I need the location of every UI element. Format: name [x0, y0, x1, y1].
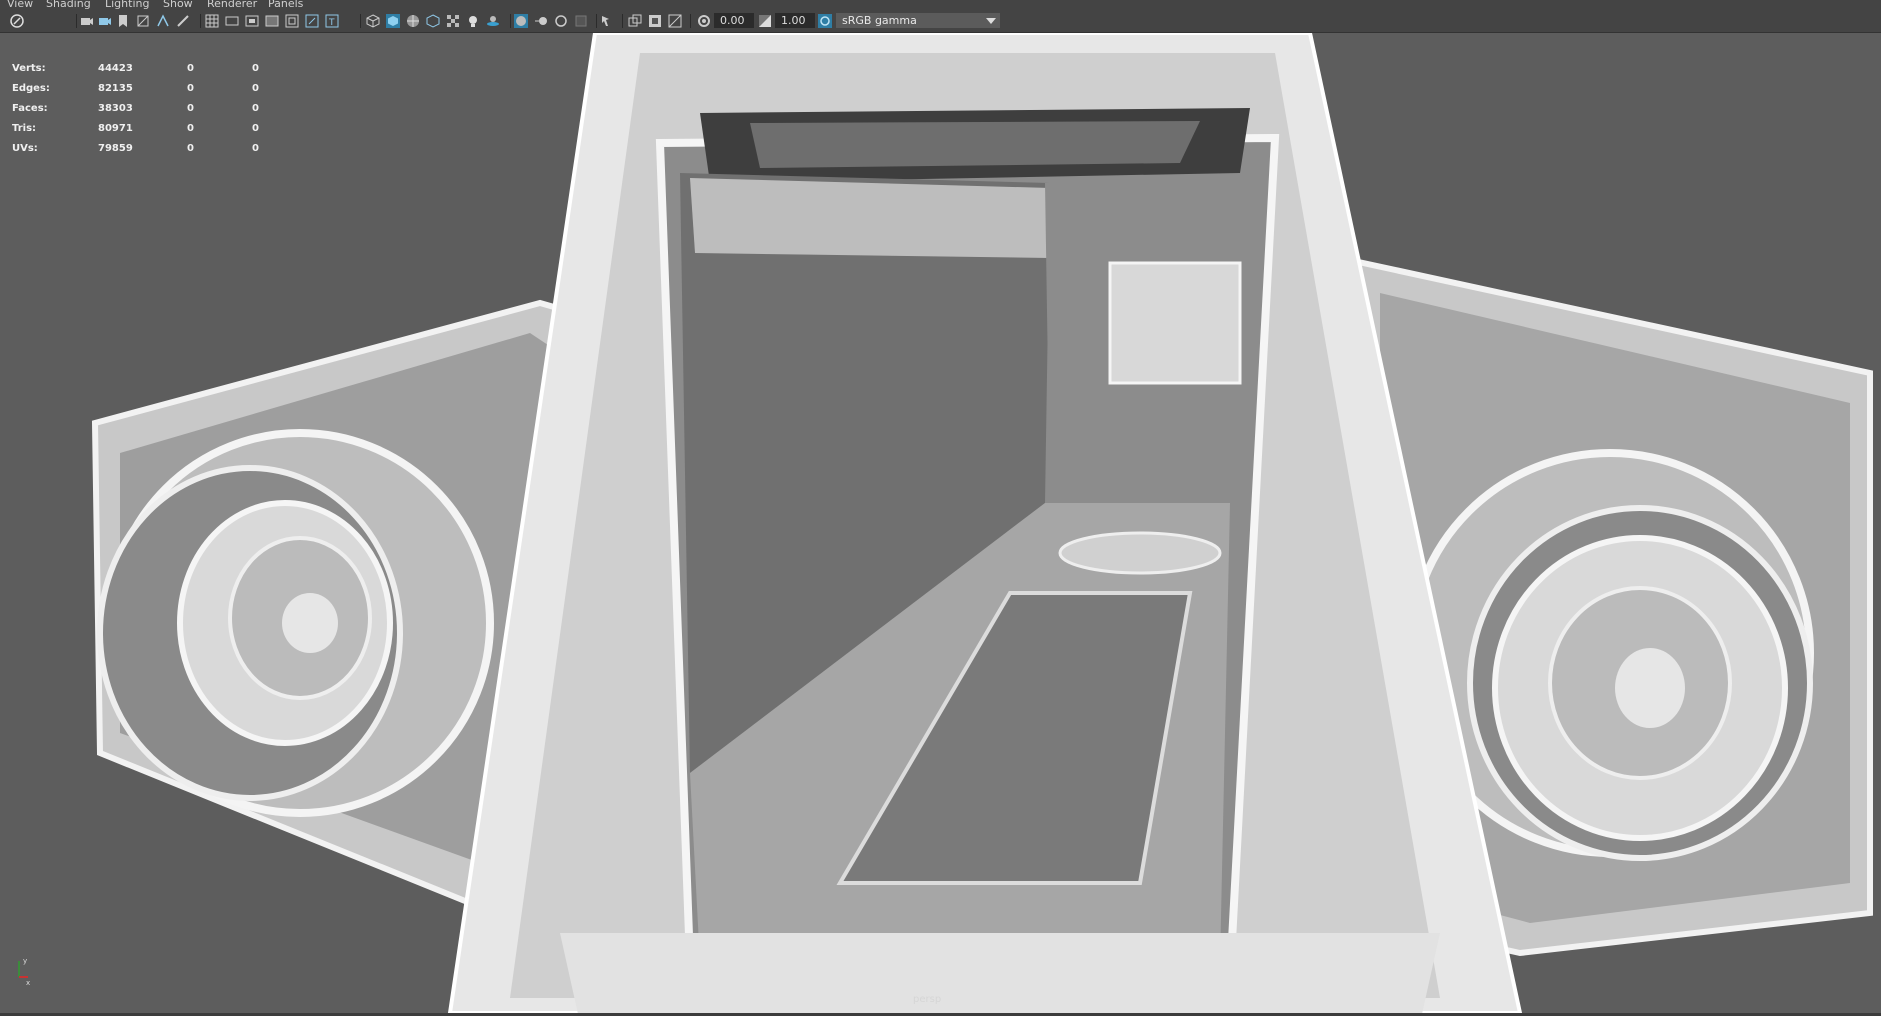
- menu-view[interactable]: View: [7, 0, 33, 9]
- wireframe-on-shaded-icon[interactable]: [406, 14, 420, 28]
- gamma-field[interactable]: 1.00: [775, 13, 815, 28]
- depth-of-field-icon[interactable]: [574, 14, 588, 28]
- gate-mask-icon[interactable]: [265, 14, 279, 28]
- menu-shading[interactable]: Shading: [46, 0, 91, 9]
- toolbar-separator: [690, 14, 691, 28]
- toolbar-separator: [510, 14, 511, 28]
- grease-pencil-icon[interactable]: [176, 14, 190, 28]
- toolbar-separator: [360, 14, 361, 28]
- xray-icon[interactable]: [628, 14, 642, 28]
- xray-components-icon[interactable]: [668, 14, 682, 28]
- color-management-icon[interactable]: [818, 14, 832, 28]
- camera-lock-icon[interactable]: [98, 14, 112, 28]
- ambient-occlusion-icon[interactable]: [514, 14, 528, 28]
- two-d-pan-icon[interactable]: [156, 14, 170, 28]
- bookmark-icon[interactable]: [116, 14, 130, 28]
- image-plane-icon[interactable]: [136, 14, 150, 28]
- panel-toolbar: T 0.00 1.00 sRGB gamma: [0, 10, 1881, 33]
- viewport-3d[interactable]: Verts: 44423 0 0 Edges: 82135 0 0 Faces:…: [0, 33, 1881, 1013]
- select-camera-icon[interactable]: [10, 14, 24, 28]
- motion-blur-icon[interactable]: [534, 14, 548, 28]
- scene-render: [91, 33, 1873, 1013]
- svg-text:T: T: [328, 18, 335, 28]
- axis-label-y: y: [23, 957, 27, 965]
- menu-show[interactable]: Show: [163, 0, 193, 9]
- checker-icon[interactable]: [446, 14, 460, 28]
- menu-lighting[interactable]: Lighting: [105, 0, 149, 9]
- view-transform-value: sRGB gamma: [842, 14, 917, 27]
- toolbar-separator: [622, 14, 623, 28]
- toolbar-separator: [200, 14, 201, 28]
- chevron-down-icon[interactable]: [986, 18, 996, 24]
- camera-name-label: persp: [913, 994, 942, 1005]
- smooth-shade-icon[interactable]: [386, 14, 400, 28]
- exposure-icon[interactable]: [697, 14, 711, 28]
- fuselage: [447, 33, 1523, 1013]
- camera-attributes-icon[interactable]: [80, 14, 94, 28]
- field-chart-icon[interactable]: [285, 14, 299, 28]
- axis-gizmo-icon: y x: [18, 957, 30, 985]
- panel-menu-bar: View Shading Lighting Show Renderer Pane…: [0, 0, 1881, 10]
- toolbar-separator: [76, 14, 77, 28]
- anti-aliasing-icon[interactable]: [554, 14, 568, 28]
- safe-action-icon[interactable]: [305, 14, 319, 28]
- gamma-icon[interactable]: [758, 14, 772, 28]
- exposure-field[interactable]: 0.00: [714, 13, 754, 28]
- isolate-select-icon[interactable]: [600, 14, 614, 28]
- toolbar-separator: [596, 14, 597, 28]
- grid-icon[interactable]: [205, 14, 219, 28]
- film-gate-icon[interactable]: [225, 14, 239, 28]
- xray-joints-icon[interactable]: [648, 14, 662, 28]
- use-lights-icon[interactable]: [466, 14, 480, 28]
- resolution-gate-icon[interactable]: [245, 14, 259, 28]
- safe-title-icon[interactable]: T: [325, 14, 339, 28]
- menu-renderer[interactable]: Renderer: [207, 0, 257, 9]
- shadows-icon[interactable]: [486, 14, 500, 28]
- wireframe-icon[interactable]: [366, 14, 380, 28]
- axis-label-x: x: [26, 979, 30, 985]
- textured-icon[interactable]: [426, 14, 440, 28]
- menu-panels[interactable]: Panels: [268, 0, 303, 9]
- view-transform-dropdown[interactable]: sRGB gamma: [836, 13, 1000, 28]
